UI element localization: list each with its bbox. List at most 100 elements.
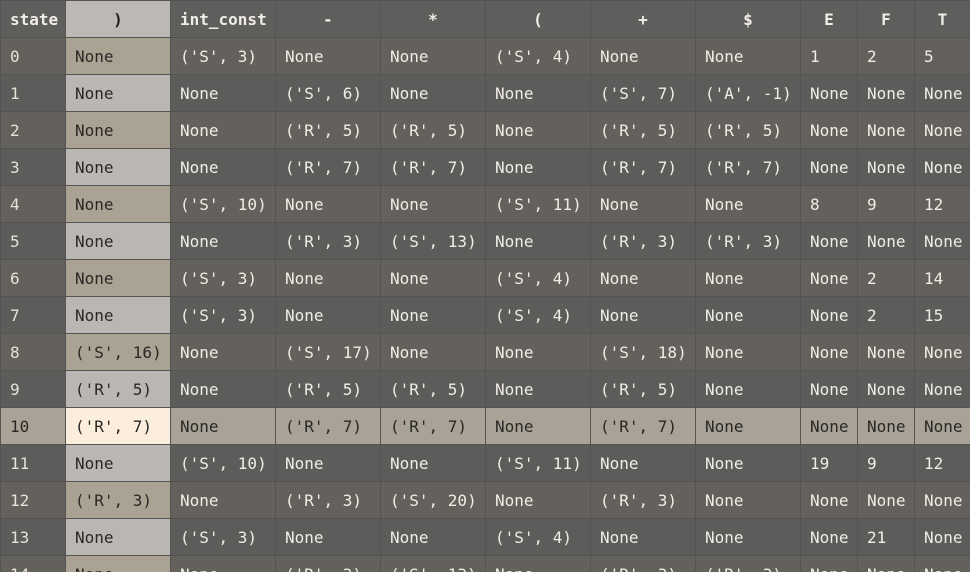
cell-plus[interactable]: None [590, 296, 696, 334]
cell-minus[interactable]: ('R', 5) [275, 111, 381, 149]
cell-rparen[interactable]: None [65, 37, 171, 75]
cell-plus[interactable]: ('S', 7) [590, 74, 696, 112]
table-row[interactable]: 5 None None ('R', 3) ('S', 13) None ('R', 3) ('… [0, 222, 970, 260]
cell-E[interactable]: 19 [800, 444, 858, 482]
cell-plus[interactable]: ('R', 5) [590, 370, 696, 408]
column-header-lparen[interactable]: ( [485, 0, 591, 38]
cell-star[interactable]: None [380, 185, 486, 223]
cell-lparen[interactable]: None [485, 333, 591, 371]
table-row[interactable]: 9 ('R', 5) None ('R', 5) ('R', 5) None ('R', 5… [0, 370, 970, 408]
cell-T[interactable]: 12 [914, 444, 970, 482]
cell-E[interactable]: None [800, 333, 858, 371]
cell-F[interactable]: 2 [857, 259, 915, 297]
cell-lparen[interactable]: None [485, 148, 591, 186]
cell-int-const[interactable]: None [170, 222, 276, 260]
cell-dollar[interactable]: None [695, 481, 801, 519]
cell-state[interactable]: 2 [0, 111, 66, 149]
cell-int-const[interactable]: ('S', 10) [170, 444, 276, 482]
cell-F[interactable]: 9 [857, 185, 915, 223]
cell-rparen[interactable]: None [65, 259, 171, 297]
cell-int-const[interactable]: None [170, 111, 276, 149]
cell-E[interactable]: None [800, 518, 858, 556]
cell-F[interactable]: 2 [857, 37, 915, 75]
table-row[interactable]: 0 None ('S', 3) None None ('S', 4) None None 1 2 5 [0, 37, 970, 75]
cell-star[interactable]: None [380, 37, 486, 75]
cell-rparen[interactable]: ('R', 7) [65, 407, 171, 445]
cell-state[interactable]: 5 [0, 222, 66, 260]
cell-int-const[interactable]: None [170, 74, 276, 112]
cell-star[interactable]: None [380, 74, 486, 112]
table-row[interactable]: 6 None ('S', 3) None None ('S', 4) None None Non… [0, 259, 970, 297]
column-header-minus[interactable]: - [275, 0, 381, 38]
cell-star[interactable]: ('R', 7) [380, 148, 486, 186]
cell-dollar[interactable]: None [695, 185, 801, 223]
cell-F[interactable]: None [857, 370, 915, 408]
cell-plus[interactable]: ('S', 18) [590, 333, 696, 371]
table-row[interactable]: 2 None None ('R', 5) ('R', 5) None ('R', 5) ('R… [0, 111, 970, 149]
cell-dollar[interactable]: None [695, 444, 801, 482]
cell-star[interactable]: ('S', 13) [380, 555, 486, 572]
cell-T[interactable]: 5 [914, 37, 970, 75]
cell-plus[interactable]: ('R', 3) [590, 222, 696, 260]
cell-F[interactable]: 2 [857, 296, 915, 334]
cell-state[interactable]: 9 [0, 370, 66, 408]
cell-star[interactable]: ('S', 20) [380, 481, 486, 519]
cell-state[interactable]: 0 [0, 37, 66, 75]
cell-E[interactable]: None [800, 222, 858, 260]
cell-plus[interactable]: None [590, 185, 696, 223]
cell-minus[interactable]: ('R', 3) [275, 555, 381, 572]
cell-minus[interactable]: ('S', 6) [275, 74, 381, 112]
cell-int-const[interactable]: ('S', 3) [170, 259, 276, 297]
cell-plus[interactable]: ('R', 7) [590, 148, 696, 186]
table-row[interactable]: 12 ('R', 3) None ('R', 3) ('S', 20) None ('R',… [0, 481, 970, 519]
cell-star[interactable]: None [380, 296, 486, 334]
cell-dollar[interactable]: None [695, 518, 801, 556]
cell-E[interactable]: None [800, 74, 858, 112]
cell-star[interactable]: None [380, 333, 486, 371]
column-header-star[interactable]: * [380, 0, 486, 38]
cell-lparen[interactable]: None [485, 407, 591, 445]
column-header-F[interactable]: F [857, 0, 915, 38]
cell-lparen[interactable]: ('S', 4) [485, 518, 591, 556]
cell-T[interactable]: None [914, 555, 970, 572]
cell-rparen[interactable]: None [65, 148, 171, 186]
cell-rparen[interactable]: None [65, 555, 171, 572]
table-row[interactable]: 3 None None ('R', 7) ('R', 7) None ('R', 7) ('R… [0, 148, 970, 186]
cell-star[interactable]: ('R', 5) [380, 111, 486, 149]
cell-minus[interactable]: ('R', 7) [275, 407, 381, 445]
cell-E[interactable]: None [800, 370, 858, 408]
cell-minus[interactable]: None [275, 259, 381, 297]
cell-E[interactable]: None [800, 111, 858, 149]
cell-F[interactable]: None [857, 333, 915, 371]
cell-plus[interactable]: None [590, 37, 696, 75]
cell-plus[interactable]: ('R', 3) [590, 481, 696, 519]
cell-state[interactable]: 8 [0, 333, 66, 371]
cell-state[interactable]: 11 [0, 444, 66, 482]
cell-minus[interactable]: ('R', 5) [275, 370, 381, 408]
cell-T[interactable]: None [914, 370, 970, 408]
cell-rparen[interactable]: ('S', 16) [65, 333, 171, 371]
cell-dollar[interactable]: None [695, 37, 801, 75]
cell-int-const[interactable]: ('S', 3) [170, 37, 276, 75]
cell-E[interactable]: None [800, 296, 858, 334]
cell-rparen[interactable]: None [65, 222, 171, 260]
cell-int-const[interactable]: None [170, 333, 276, 371]
cell-star[interactable]: ('S', 13) [380, 222, 486, 260]
column-header-dollar[interactable]: $ [695, 0, 801, 38]
cell-minus[interactable]: None [275, 37, 381, 75]
cell-state[interactable]: 12 [0, 481, 66, 519]
cell-dollar[interactable]: None [695, 296, 801, 334]
cell-F[interactable]: None [857, 148, 915, 186]
cell-lparen[interactable]: ('S', 4) [485, 296, 591, 334]
cell-dollar[interactable]: ('R', 3) [695, 555, 801, 572]
cell-E[interactable]: None [800, 555, 858, 572]
cell-F[interactable]: None [857, 407, 915, 445]
cell-rparen[interactable]: None [65, 185, 171, 223]
table-row[interactable]: 10 ('R', 7) None ('R', 7) ('R', 7) None ('R', … [0, 407, 970, 445]
cell-T[interactable]: None [914, 481, 970, 519]
cell-state[interactable]: 10 [0, 407, 66, 445]
cell-lparen[interactable]: None [485, 74, 591, 112]
cell-int-const[interactable]: None [170, 481, 276, 519]
cell-rparen[interactable]: None [65, 296, 171, 334]
cell-plus[interactable]: None [590, 518, 696, 556]
